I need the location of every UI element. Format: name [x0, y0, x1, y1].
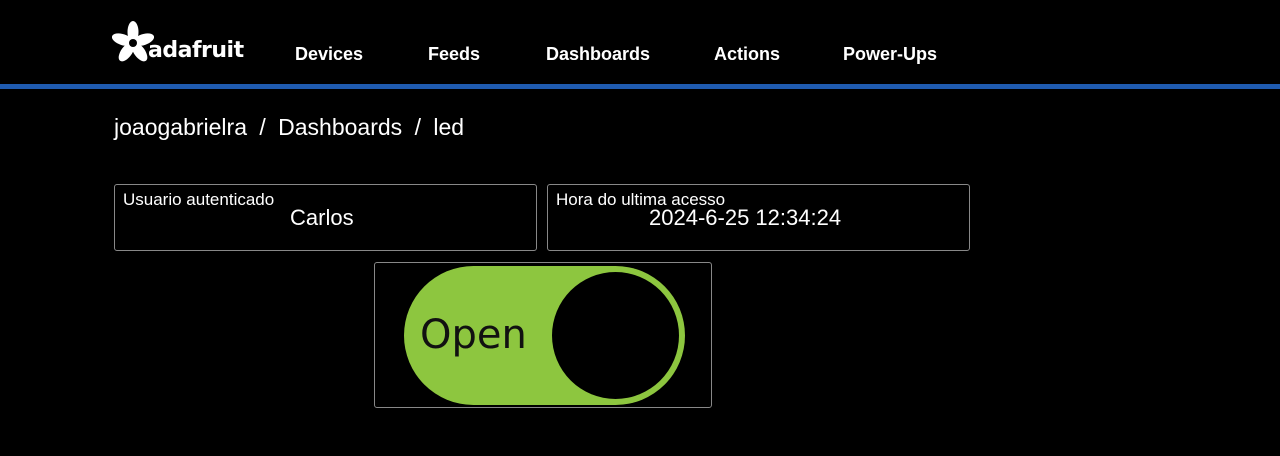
toggle-label: Open	[420, 312, 527, 358]
nav-item-dashboards[interactable]: Dashboards	[546, 44, 650, 65]
text-block-user: Usuario autenticado Carlos	[114, 184, 537, 251]
block-value-last-access: 2024-6-25 12:34:24	[649, 205, 842, 230]
header-accent-line	[0, 84, 1280, 89]
logo-wordmark: adafruit	[148, 38, 244, 63]
breadcrumb-separator: /	[414, 114, 421, 140]
toggle-knob[interactable]	[552, 272, 679, 399]
toggle-block: Open	[374, 262, 712, 408]
nav-item-actions[interactable]: Actions	[714, 44, 780, 65]
adafruit-logo[interactable]: adafruit	[112, 20, 244, 64]
open-toggle-switch[interactable]: Open	[404, 266, 685, 405]
breadcrumb-user[interactable]: joaogabrielra	[114, 114, 247, 140]
text-block-last-access: Hora do ultima acesso 2024-6-25 12:34:24	[547, 184, 970, 251]
breadcrumb-page: led	[433, 114, 465, 140]
breadcrumb: joaogabrielra / Dashboards / led	[114, 114, 464, 141]
breadcrumb-separator: /	[259, 114, 266, 140]
nav-item-feeds[interactable]: Feeds	[428, 44, 480, 65]
block-label: Usuario autenticado	[123, 190, 275, 209]
nav-item-devices[interactable]: Devices	[295, 44, 363, 65]
top-navigation-bar: adafruit Devices Feeds Dashboards Action…	[0, 0, 1280, 84]
nav-item-power-ups[interactable]: Power-Ups	[843, 44, 937, 65]
breadcrumb-section[interactable]: Dashboards	[278, 114, 402, 140]
block-value-user: Carlos	[290, 205, 354, 230]
